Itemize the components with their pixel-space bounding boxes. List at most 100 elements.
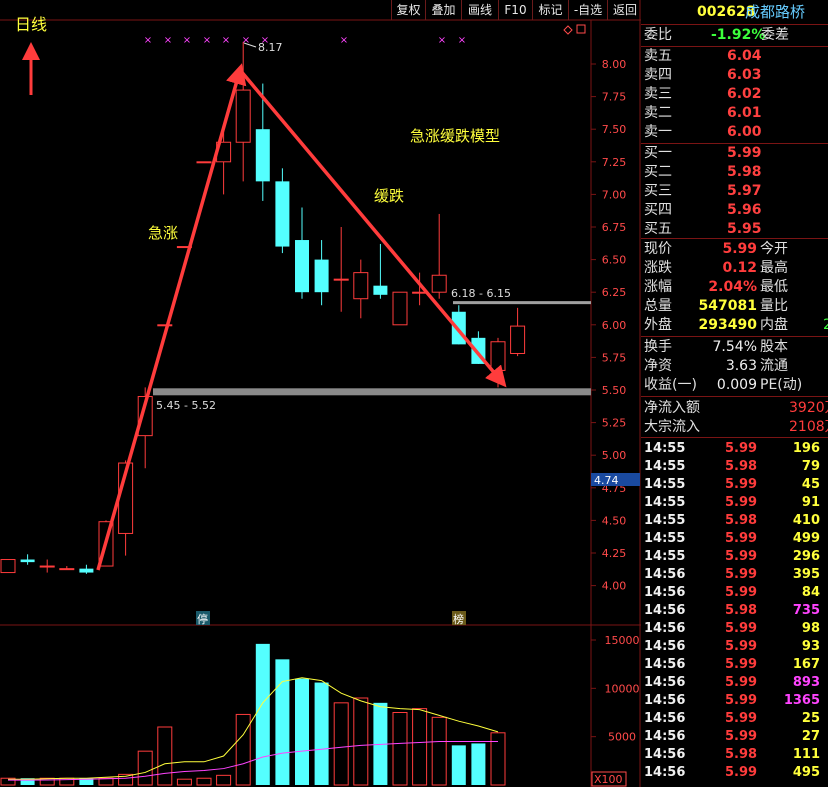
support-label: 5.45 - 5.52 [156, 399, 216, 412]
stat-label: 换手 [644, 339, 672, 355]
candle-body [157, 324, 173, 327]
candle-body [59, 568, 75, 571]
trade-time: 14:55 [644, 495, 686, 510]
trade-price: 5.99 [725, 495, 758, 510]
watchlist-button[interactable]: -自选 [568, 0, 607, 20]
stat-label-2: PE(动) [760, 377, 803, 393]
high-label: 8.17 [258, 41, 283, 54]
volume-bar [137, 750, 153, 786]
trade-time: 14:55 [644, 513, 686, 528]
price-tick-label: 5.50 [602, 384, 627, 397]
kline-chart[interactable]: 8.00 7.75 7.50 7.25 7.00 6.75 6.50 6.25 6.00 5.75… [0, 0, 641, 787]
stat-value: 3.63 [725, 358, 757, 374]
trade-price: 5.98 [725, 747, 758, 762]
period-label: 日线 [15, 15, 47, 34]
flow-row: 大宗流入 2108万 [641, 418, 828, 437]
trade-volume: 296 [792, 549, 820, 564]
weibi-row: 委比 -1.92% 委差 [641, 26, 828, 45]
stat-value: 7.54% [712, 339, 757, 355]
stat-label-2: 流通 [760, 358, 788, 374]
trade-row: 14:56 5.99 395 [641, 566, 828, 584]
quote-value: 5.99 [722, 241, 757, 257]
restore-rights-button[interactable]: 复权 [391, 0, 425, 20]
ask-label: 卖一 [644, 124, 672, 140]
volume-bar [295, 678, 309, 785]
volume-bar [216, 774, 232, 786]
stop-marker: 停 [197, 612, 208, 626]
trade-time: 14:56 [644, 603, 686, 618]
bid-price: 5.99 [727, 145, 762, 161]
trade-volume: 410 [792, 513, 820, 528]
stat-row: 收益(一) 0.009 PE(动) [641, 376, 828, 395]
trade-row: 14:55 5.98 410 [641, 512, 828, 530]
candle-body [255, 129, 270, 182]
ask-row: 卖二 6.01 [641, 104, 828, 123]
trade-row: 14:55 5.99 296 [641, 548, 828, 566]
trade-price: 5.99 [725, 729, 758, 744]
draw-line-button[interactable]: 画线 [461, 0, 498, 20]
volume-ma5-line [8, 677, 499, 780]
trade-time: 14:56 [644, 729, 686, 744]
volume-bar [314, 682, 329, 785]
trade-volume: 167 [792, 657, 820, 672]
quote-label: 涨幅 [644, 279, 672, 295]
volume-tick-label: 10000 [605, 682, 640, 695]
trade-row: 14:55 5.99 196 [641, 440, 828, 458]
trade-volume: 893 [792, 675, 820, 690]
trade-price: 5.99 [725, 711, 758, 726]
bid-label: 买四 [644, 202, 672, 218]
quote-row: 现价 5.99 今开 [641, 240, 828, 259]
trade-row: 14:56 5.99 93 [641, 638, 828, 656]
quote-label: 总量 [644, 298, 672, 314]
trade-time: 14:56 [644, 567, 686, 582]
bid-price: 5.96 [727, 202, 762, 218]
quote-label-2: 量比 [760, 298, 788, 314]
ask-label: 卖二 [644, 105, 672, 121]
trade-row: 14:55 5.99 91 [641, 494, 828, 512]
trade-row: 14:56 5.99 27 [641, 728, 828, 746]
event-marker: × [183, 35, 191, 46]
price-tick-label: 8.00 [602, 58, 627, 71]
trade-volume: 25 [801, 711, 820, 726]
trade-volume: 27 [801, 729, 820, 744]
candle-body [235, 89, 251, 143]
trade-time: 14:55 [644, 531, 686, 546]
trade-row: 14:56 5.98 735 [641, 602, 828, 620]
trade-price: 5.99 [725, 441, 758, 456]
quote-label: 涨跌 [644, 260, 672, 276]
candle-body [295, 240, 309, 293]
trade-price: 5.98 [725, 603, 758, 618]
ask-row: 卖四 6.03 [641, 66, 828, 85]
f10-button[interactable]: F10 [498, 0, 532, 20]
trade-price: 5.98 [725, 459, 758, 474]
candle-body [392, 291, 408, 326]
trade-time: 14:56 [644, 747, 686, 762]
overlay-button[interactable]: 叠加 [425, 0, 461, 20]
quote-value-2: 2 [823, 317, 828, 333]
price-tick-label: 6.25 [602, 286, 627, 299]
volume-tick-label: 5000 [608, 731, 636, 744]
ask-price: 6.00 [727, 124, 762, 140]
trade-time: 14:56 [644, 693, 686, 708]
event-marker: × [144, 35, 152, 46]
price-tick-label: 6.00 [602, 319, 627, 332]
candle-body [0, 559, 16, 574]
bid-price: 5.97 [727, 183, 762, 199]
price-cursor-label: 4.74 [594, 474, 619, 487]
ask-label: 卖三 [644, 86, 672, 102]
candle-body [353, 272, 369, 300]
back-button[interactable]: 返回 [607, 0, 642, 20]
volume-bar [412, 708, 428, 786]
trade-row: 14:56 5.99 98 [641, 620, 828, 638]
candle-body [490, 341, 506, 371]
quote-label-2: 内盘 [760, 317, 788, 333]
volume-bar [490, 732, 506, 786]
trade-price: 5.99 [725, 657, 758, 672]
event-marker: × [438, 35, 446, 46]
mark-button[interactable]: 标记 [532, 0, 568, 20]
ask-price: 6.01 [727, 105, 762, 121]
ask-price: 6.02 [727, 86, 762, 102]
bid-label: 买五 [644, 221, 672, 237]
trade-volume: 45 [801, 477, 820, 492]
trade-price: 5.99 [725, 477, 758, 492]
